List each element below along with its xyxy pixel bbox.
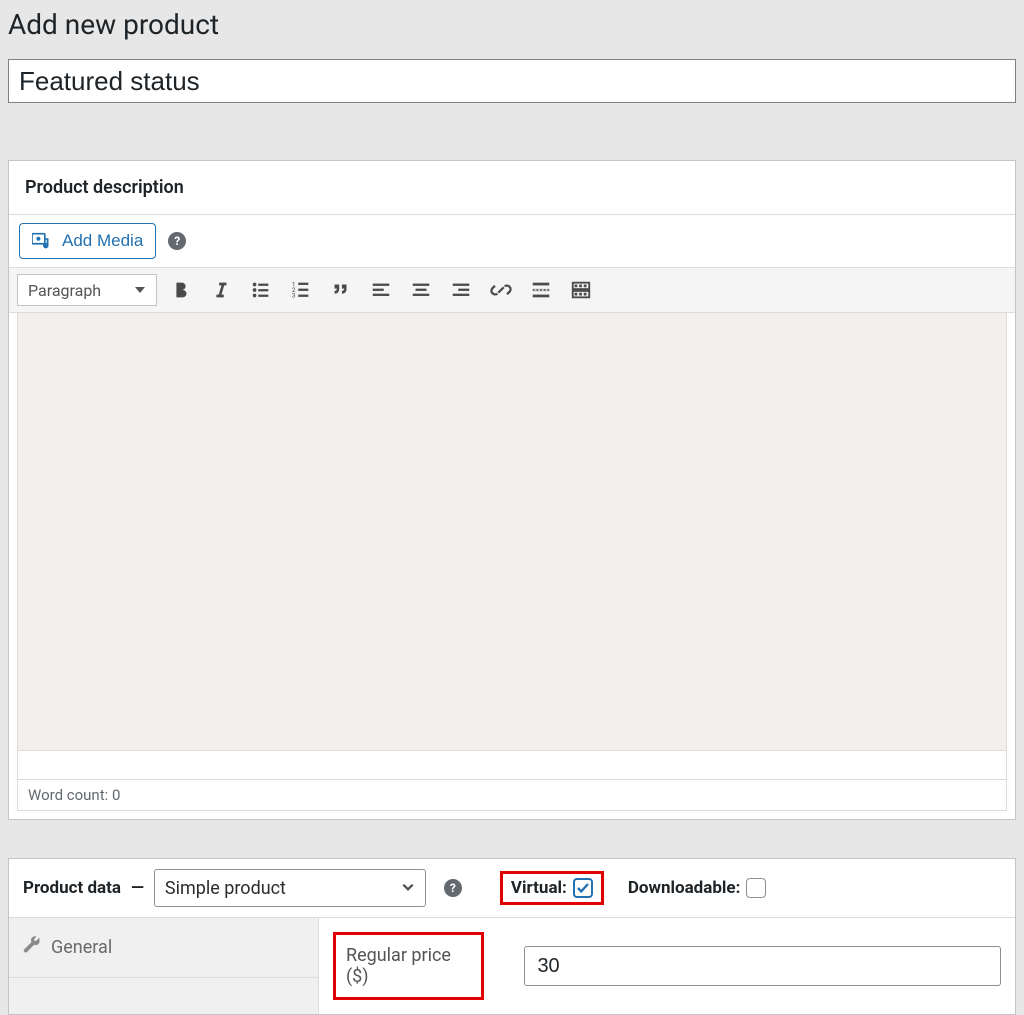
regular-price-input[interactable]: [524, 946, 1001, 986]
product-data-label: Product data: [23, 878, 121, 898]
virtual-label: Virtual:: [511, 878, 567, 898]
editor-toolbar: Paragraph 123: [9, 268, 1015, 313]
product-description-panel: Product description Add Media ? Paragrap…: [8, 160, 1016, 820]
downloadable-checkbox[interactable]: [746, 878, 766, 898]
regular-price-row: Regular price ($): [333, 932, 1001, 1000]
tab-general-label: General: [51, 937, 112, 958]
help-icon[interactable]: ?: [168, 232, 186, 250]
description-heading: Product description: [9, 161, 1015, 215]
product-data-fields: Regular price ($): [319, 918, 1015, 1014]
align-center-button[interactable]: [405, 274, 437, 306]
editor-content-area[interactable]: [17, 313, 1007, 751]
format-select[interactable]: Paragraph: [17, 274, 157, 306]
virtual-group: Virtual:: [500, 871, 604, 905]
add-media-button[interactable]: Add Media: [19, 223, 156, 259]
product-data-body: General Regular price ($): [9, 918, 1015, 1014]
product-data-separator: —: [131, 878, 144, 898]
caret-down-icon: [134, 281, 146, 300]
chevron-down-icon: [401, 878, 415, 899]
format-select-label: Paragraph: [28, 281, 101, 300]
svg-text:3: 3: [292, 291, 296, 299]
read-more-button[interactable]: [525, 274, 557, 306]
media-row: Add Media ?: [9, 215, 1015, 268]
bold-button[interactable]: [165, 274, 197, 306]
page-title: Add new product: [8, 8, 1016, 41]
product-data-tabs: General: [9, 918, 319, 1014]
regular-price-label: Regular price ($): [333, 932, 484, 1000]
blockquote-button[interactable]: [325, 274, 357, 306]
camera-music-icon: [32, 231, 54, 251]
align-right-button[interactable]: [445, 274, 477, 306]
word-count: Word count: 0: [17, 779, 1007, 811]
virtual-checkbox[interactable]: [573, 878, 593, 898]
align-left-button[interactable]: [365, 274, 397, 306]
editor-bottom-gap: [17, 751, 1007, 779]
bulleted-list-button[interactable]: [245, 274, 277, 306]
product-type-select[interactable]: Simple product: [154, 869, 426, 907]
downloadable-label: Downloadable:: [628, 878, 741, 898]
product-type-selected: Simple product: [165, 878, 286, 899]
link-button[interactable]: [485, 274, 517, 306]
product-type-help-icon[interactable]: ?: [444, 879, 462, 897]
toolbar-toggle-button[interactable]: [565, 274, 597, 306]
downloadable-group: Downloadable:: [628, 878, 767, 898]
product-name-input[interactable]: [8, 59, 1016, 103]
product-data-header: Product data — Simple product ? Virtual:…: [9, 859, 1015, 918]
tab-general[interactable]: General: [9, 918, 318, 978]
wrench-icon: [23, 936, 41, 959]
numbered-list-button[interactable]: 123: [285, 274, 317, 306]
product-data-panel: Product data — Simple product ? Virtual:…: [8, 858, 1016, 1015]
add-media-label: Add Media: [62, 231, 143, 251]
italic-button[interactable]: [205, 274, 237, 306]
